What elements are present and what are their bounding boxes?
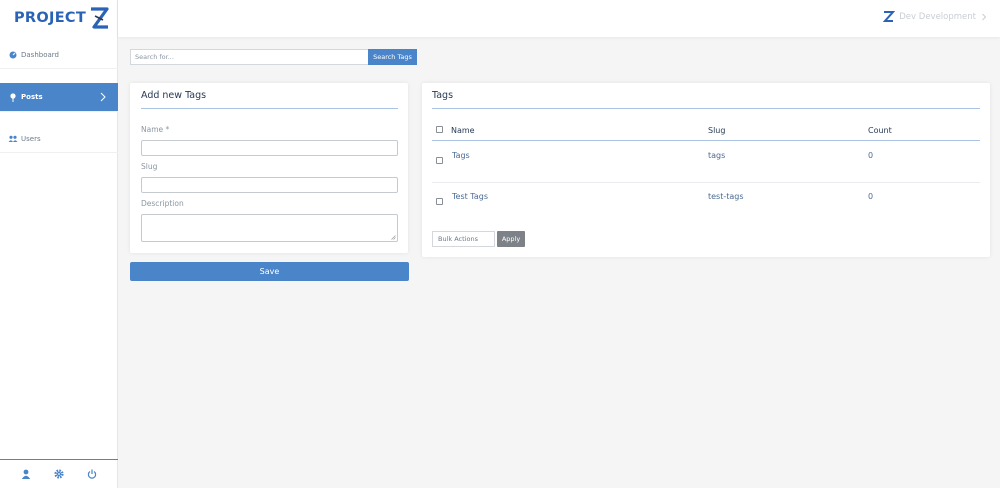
- chevron-right-icon: [982, 13, 987, 20]
- sidebar-item-label: Posts: [21, 93, 43, 101]
- gear-icon[interactable]: [53, 468, 65, 480]
- brand-mark-icon: [883, 11, 896, 22]
- row-name-link[interactable]: Test Tags: [452, 192, 488, 201]
- search-tags-button[interactable]: Search Tags: [368, 49, 417, 65]
- divider: [141, 108, 398, 109]
- row-checkbox[interactable]: [436, 157, 443, 164]
- sidebar-item-users[interactable]: Users: [0, 126, 118, 153]
- add-tag-card: Add new Tags Name * Slug Description: [130, 83, 408, 253]
- logo-text: PROJECT: [14, 10, 87, 26]
- description-label: Description: [141, 199, 184, 208]
- column-header-name[interactable]: Name: [451, 126, 475, 135]
- row-count: 0: [868, 192, 874, 201]
- logo-mark-icon: [91, 7, 109, 29]
- description-field[interactable]: [141, 214, 398, 242]
- dashboard-icon: [8, 50, 18, 60]
- row-divider: [432, 182, 980, 183]
- sidebar-nav: Dashboard Posts Users: [0, 42, 118, 153]
- bulk-actions-select[interactable]: Bulk Actions: [432, 231, 495, 247]
- row-checkbox[interactable]: [436, 198, 443, 205]
- select-all-checkbox[interactable]: [436, 126, 443, 133]
- sidebar-item-label: Dashboard: [21, 51, 59, 59]
- user-menu-label: Dev Development: [899, 11, 976, 22]
- add-tag-title: Add new Tags: [141, 90, 207, 101]
- user-icon[interactable]: [20, 468, 32, 480]
- users-icon: [8, 134, 18, 144]
- sidebar-footer: [0, 459, 118, 488]
- tags-table-card: Tags Name Slug Count Tags tags 0 Test Ta…: [422, 83, 990, 257]
- slug-field[interactable]: [141, 177, 398, 193]
- header-divider: [432, 140, 980, 141]
- sidebar-item-label: Users: [21, 135, 41, 143]
- resize-grip-icon[interactable]: [391, 235, 396, 240]
- save-button[interactable]: Save: [130, 262, 409, 281]
- row-slug: tags: [708, 151, 726, 160]
- sidebar-item-dashboard[interactable]: Dashboard: [0, 42, 118, 69]
- column-header-slug[interactable]: Slug: [708, 126, 725, 135]
- pin-icon: [8, 92, 18, 102]
- divider: [432, 108, 980, 109]
- apply-button[interactable]: Apply: [497, 231, 525, 247]
- chevron-right-icon: [100, 92, 106, 102]
- sidebar: PROJECT Dashboard Posts Users: [0, 0, 118, 488]
- topbar: Dev Development: [118, 0, 1000, 37]
- column-header-count[interactable]: Count: [868, 126, 892, 135]
- tags-title: Tags: [432, 90, 454, 101]
- user-menu[interactable]: Dev Development: [882, 10, 988, 23]
- power-icon[interactable]: [86, 468, 98, 480]
- logo[interactable]: PROJECT: [14, 5, 110, 31]
- name-field[interactable]: [141, 140, 398, 156]
- row-count: 0: [868, 151, 874, 160]
- name-label: Name *: [141, 125, 170, 134]
- tag-search: Search Tags: [130, 49, 417, 65]
- row-name-link[interactable]: Tags: [452, 151, 470, 160]
- row-slug: test-tags: [708, 192, 744, 201]
- search-input[interactable]: [130, 49, 368, 65]
- sidebar-item-posts[interactable]: Posts: [0, 83, 118, 112]
- slug-label: Slug: [141, 162, 158, 171]
